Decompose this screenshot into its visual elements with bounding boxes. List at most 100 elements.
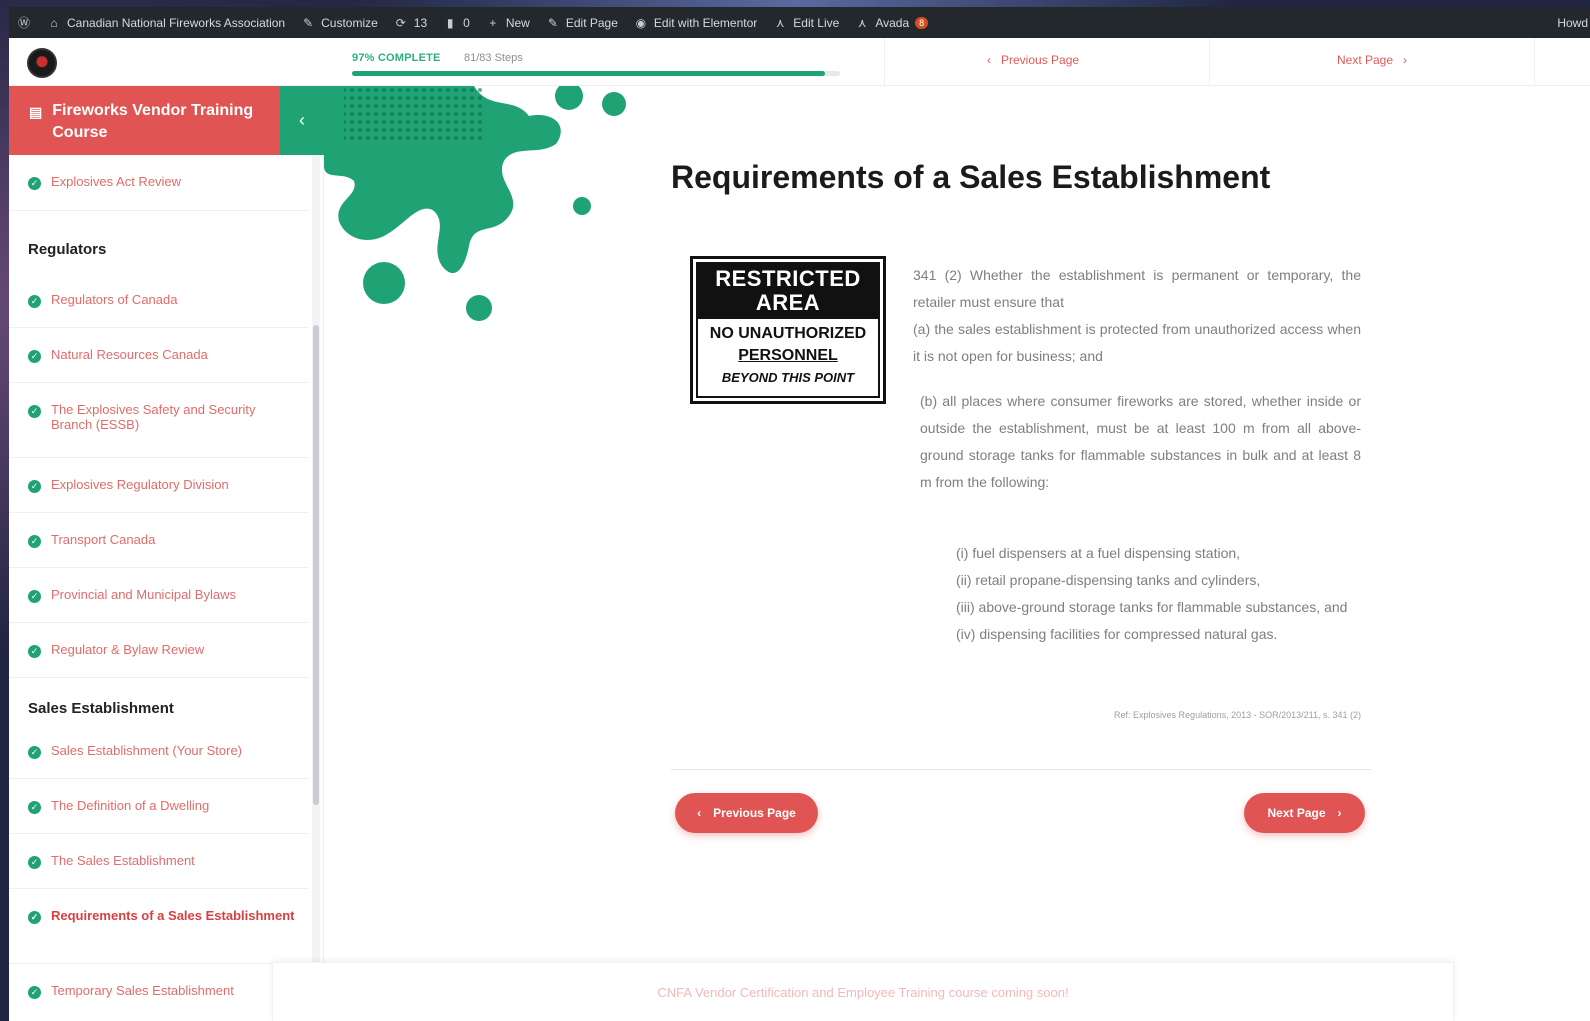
sidebar-scrollbar[interactable]: [312, 155, 320, 1021]
sign-body: NO UNAUTHORIZED PERSONNEL: [710, 323, 866, 367]
sidebar-section-label: Regulators: [28, 240, 107, 258]
new-label: New: [505, 15, 530, 30]
sidebar-lesson-label: Requirements of a Sales Establishment: [51, 908, 295, 923]
sidebar-lesson-item[interactable]: ✓ Sales Establishment (Your Store): [9, 724, 309, 779]
next-page-button[interactable]: Next Page ›: [1244, 793, 1365, 833]
sidebar-lesson-label: Provincial and Municipal Bylaws: [51, 587, 236, 602]
sidebar-lesson-label: Regulators of Canada: [51, 292, 178, 307]
sidebar-lesson-label: Explosives Act Review: [51, 174, 182, 189]
account-greeting[interactable]: Howd: [1557, 16, 1588, 30]
check-icon: ✓: [28, 350, 41, 363]
refresh-icon: ⟳: [395, 15, 406, 30]
sign-line-area: AREA: [755, 290, 821, 315]
comment-icon: ▮: [446, 15, 454, 30]
course-title-header[interactable]: ▤ Fireworks Vendor Training Course: [9, 86, 280, 155]
header-divider: [1209, 38, 1210, 86]
pencil-icon: ✎: [547, 15, 558, 30]
sidebar-lesson-item[interactable]: ✓ Regulators of Canada: [9, 273, 309, 328]
check-icon: ✓: [28, 746, 41, 759]
regulation-list-item: (i) fuel dispensers at a fuel dispensing…: [956, 545, 1241, 561]
previous-page-label: Previous Page: [713, 806, 796, 820]
customize-link[interactable]: ✎ Customize: [301, 16, 378, 30]
progress-bar: [352, 71, 840, 76]
sidebar-lesson-item[interactable]: ✓ Natural Resources Canada: [9, 328, 309, 383]
new-content-link[interactable]: + New: [486, 16, 530, 30]
sidebar-lesson-label: The Explosives Safety and Security Branc…: [51, 402, 256, 432]
edit-elementor-link[interactable]: ◉ Edit with Elementor: [634, 15, 758, 30]
edit-live-label: Edit Live: [793, 15, 840, 30]
previous-page-button[interactable]: ‹ Previous Page: [675, 793, 818, 833]
sidebar-lesson-label: Sales Establishment (Your Store): [51, 743, 243, 758]
check-icon: ✓: [28, 911, 41, 924]
wordpress-logo-button[interactable]: Ⓦ: [17, 16, 31, 30]
check-icon: ✓: [28, 480, 41, 493]
regulation-intro: 341 (2) Whether the establishment is per…: [913, 267, 1361, 310]
footer-announcement-text: CNFA Vendor Certification and Employee T…: [657, 984, 1069, 1000]
progress-percent: 97% COMPLETE: [352, 52, 441, 64]
sidebar-collapse-button[interactable]: ‹: [280, 86, 324, 155]
sidebar-lesson-item[interactable]: ✓ Explosives Act Review: [9, 155, 309, 211]
sidebar-lesson-label: The Sales Establishment: [51, 853, 195, 868]
course-title: Fireworks Vendor Training Course: [52, 102, 254, 141]
avada-menu-link[interactable]: ⋏ Avada 8: [855, 15, 929, 30]
comments-count: 0: [463, 15, 470, 30]
header-previous-page-link[interactable]: ‹ Previous Page: [987, 53, 1079, 67]
header-next-page-link[interactable]: Next Page ›: [1337, 53, 1407, 67]
brush-icon: ✎: [303, 15, 314, 30]
header-divider: [1534, 38, 1535, 86]
sidebar-lesson-item[interactable]: ✓ Temporary Sales Establishment: [9, 964, 309, 1021]
sidebar-lesson-item[interactable]: ✓ Regulator & Bylaw Review: [9, 623, 309, 678]
check-icon: ✓: [28, 177, 41, 190]
sidebar-lesson-label: Natural Resources Canada: [51, 347, 208, 362]
page-title: Requirements of a Sales Establishment: [671, 159, 1271, 195]
progress-bar-fill: [352, 71, 826, 76]
check-icon: ✓: [28, 535, 41, 548]
progress-steps: 81/83 Steps: [464, 52, 523, 64]
avada-icon: ⋏: [775, 15, 785, 30]
chevron-right-icon: ›: [1337, 806, 1342, 820]
regulation-reference: Ref: Explosives Regulations, 2013 - SOR/…: [1114, 710, 1361, 720]
sidebar-lesson-label: The Definition of a Dwelling: [51, 798, 210, 813]
site-logo[interactable]: [27, 48, 57, 78]
sidebar-lesson-item[interactable]: ✓ Requirements of a Sales Establishment: [9, 889, 309, 964]
sidebar-lesson-label: Transport Canada: [51, 532, 156, 547]
edit-live-link[interactable]: ⋏ Edit Live: [773, 16, 839, 30]
site-name-link[interactable]: ⌂ Canadian National Fireworks Association: [47, 16, 285, 30]
sidebar-lesson-label: Temporary Sales Establishment: [51, 983, 234, 998]
sidebar-lesson-item[interactable]: ✓ Explosives Regulatory Division: [9, 458, 309, 513]
plus-icon: +: [489, 15, 497, 30]
updates-link[interactable]: ⟳ 13: [394, 16, 427, 30]
check-icon: ✓: [28, 590, 41, 603]
header-divider: [884, 38, 885, 86]
sidebar-lesson-item[interactable]: ✓ Provincial and Municipal Bylaws: [9, 568, 309, 623]
wordpress-icon: Ⓦ: [17, 16, 30, 30]
regulation-list-item: (ii) retail propane-dispensing tanks and…: [956, 572, 1261, 588]
sidebar-section-heading: Sales Establishment: [9, 678, 309, 724]
chevron-right-icon: ›: [1403, 53, 1408, 67]
comments-link[interactable]: ▮ 0: [443, 16, 470, 30]
sidebar-lesson-item[interactable]: ✓ The Definition of a Dwelling: [9, 779, 309, 834]
sign-line-restricted: RESTRICTED: [715, 266, 861, 291]
sidebar-lesson-label: Explosives Regulatory Division: [51, 477, 229, 492]
sidebar-lesson-item[interactable]: ✓ Transport Canada: [9, 513, 309, 568]
sidebar-lesson-item[interactable]: ✓ The Explosives Safety and Security Bran…: [9, 383, 309, 458]
header-next-label: Next Page: [1337, 53, 1394, 67]
scrollbar-thumb[interactable]: [313, 325, 319, 805]
sidebar-section-heading: Regulators: [9, 211, 309, 273]
sidebar-section-label: Sales Establishment: [28, 699, 174, 717]
sign-header: RESTRICTED AREA: [698, 264, 878, 319]
updates-count: 13: [413, 15, 428, 30]
sidebar-lesson-label: Regulator & Bylaw Review: [51, 642, 205, 657]
check-icon: ✓: [28, 856, 41, 869]
check-icon: ✓: [28, 405, 41, 418]
regulation-sublist: (i) fuel dispensers at a fuel dispensing…: [956, 540, 1361, 648]
book-icon: ▤: [29, 104, 43, 120]
elementor-icon: ◉: [635, 15, 647, 30]
edit-page-link[interactable]: ✎ Edit Page: [546, 16, 618, 30]
avada-label: Avada: [875, 15, 910, 30]
restricted-area-sign-image: RESTRICTED AREA NO UNAUTHORIZED PERSONNE…: [690, 256, 886, 404]
header-previous-label: Previous Page: [1001, 53, 1080, 67]
check-icon: ✓: [28, 986, 41, 999]
next-page-label: Next Page: [1267, 806, 1326, 820]
sidebar-lesson-item[interactable]: ✓ The Sales Establishment: [9, 834, 309, 889]
